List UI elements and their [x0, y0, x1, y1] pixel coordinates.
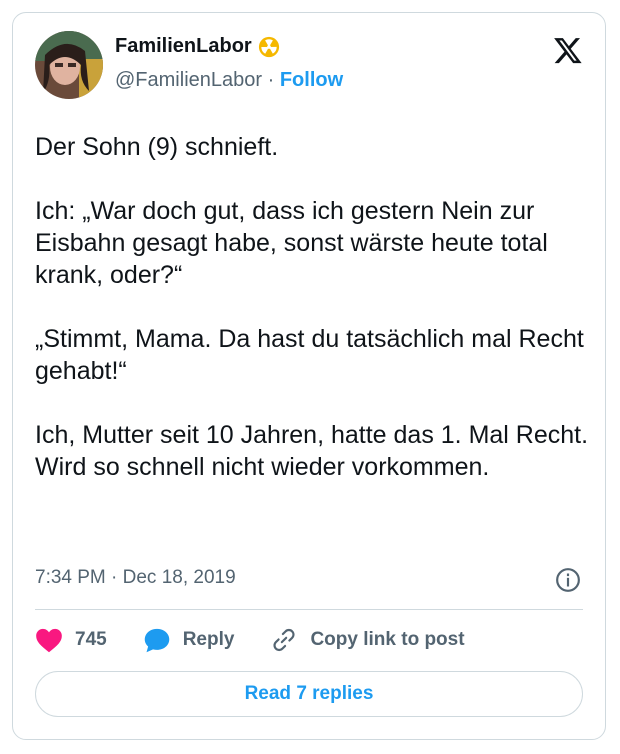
reply-label: Reply — [182, 629, 235, 650]
avatar[interactable] — [35, 31, 103, 99]
like-count: 745 — [75, 629, 107, 650]
follow-button[interactable]: Follow — [280, 69, 343, 91]
tweet-text: Der Sohn (9) schnieft. Ich: „War doch gu… — [35, 133, 589, 481]
author-handle[interactable]: @FamilienLabor — [115, 69, 262, 91]
copy-link-button[interactable]: Copy link to post — [270, 627, 465, 653]
divider — [35, 609, 583, 610]
link-icon — [273, 628, 295, 652]
copy-link-label: Copy link to post — [310, 629, 465, 650]
like-button[interactable]: 745 — [35, 627, 107, 653]
author-name[interactable]: FamilienLabor — [115, 35, 252, 58]
author-name-row: FamilienLabor — [115, 35, 280, 58]
radioactive-icon — [258, 36, 279, 57]
x-logo-icon[interactable] — [553, 35, 583, 65]
reply-bubble-icon — [144, 628, 169, 653]
reply-button[interactable]: Reply — [143, 627, 235, 653]
separator: · — [267, 69, 275, 91]
info-icon[interactable] — [555, 567, 581, 593]
read-replies-button[interactable]: Read 7 replies — [35, 671, 583, 717]
handle-row: @FamilienLabor · Follow — [115, 69, 343, 92]
tweet-timestamp[interactable]: 7:34 PM · Dec 18, 2019 — [35, 567, 236, 589]
action-bar: 745 Reply Copy link to post — [35, 625, 501, 655]
tweet-card: FamilienLabor @FamilienLabor · Follow De… — [12, 12, 606, 740]
heart-icon — [36, 628, 62, 653]
